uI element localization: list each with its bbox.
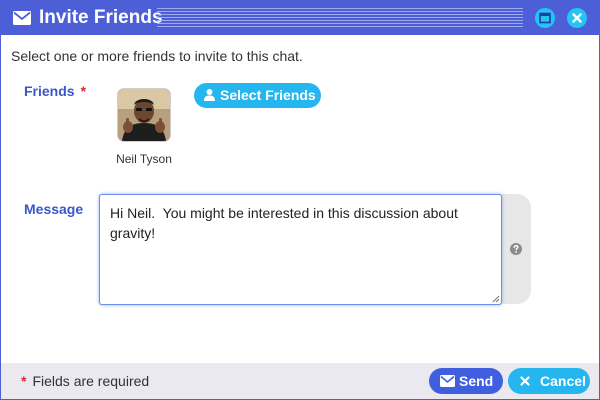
envelope-icon xyxy=(13,11,31,25)
close-icon xyxy=(572,13,582,23)
cancel-label: Cancel xyxy=(540,373,586,389)
close-button[interactable] xyxy=(567,8,587,28)
required-fields-note: * Fields are required xyxy=(21,373,149,389)
friends-label: Friends * xyxy=(24,83,86,99)
message-textarea[interactable]: Hi Neil. You might be interested in this… xyxy=(99,194,502,305)
message-label: Message xyxy=(24,201,84,217)
title-bar-grip[interactable] xyxy=(157,8,523,28)
dialog-footer: * Fields are required Send Cancel xyxy=(1,363,599,399)
send-button[interactable]: Send xyxy=(429,368,503,394)
profile-photo xyxy=(118,89,170,141)
question-circle-icon[interactable] xyxy=(510,243,522,255)
dialog-title: Invite Friends xyxy=(39,7,163,28)
select-friends-label: Select Friends xyxy=(220,87,316,103)
instruction-text: Select one or more friends to invite to … xyxy=(11,48,303,64)
avatar[interactable] xyxy=(118,89,170,141)
required-fields-text: Fields are required xyxy=(32,373,150,389)
resize-grip-icon[interactable] xyxy=(490,293,500,303)
send-label: Send xyxy=(459,373,494,389)
required-marker: * xyxy=(21,373,27,389)
envelope-icon xyxy=(440,375,455,387)
friend-name: Neil Tyson xyxy=(116,152,172,166)
friends-label-text: Friends xyxy=(24,83,75,99)
maximize-icon xyxy=(539,12,551,24)
title-bar[interactable]: Invite Friends xyxy=(1,1,599,35)
cancel-button[interactable]: Cancel xyxy=(508,368,590,394)
maximize-button[interactable] xyxy=(535,8,555,28)
user-icon xyxy=(204,89,215,101)
close-icon xyxy=(520,376,530,386)
select-friends-button[interactable]: Select Friends xyxy=(194,83,321,108)
required-marker: * xyxy=(80,83,87,99)
invite-friends-dialog: Invite Friends Select one or more friend… xyxy=(0,0,600,400)
